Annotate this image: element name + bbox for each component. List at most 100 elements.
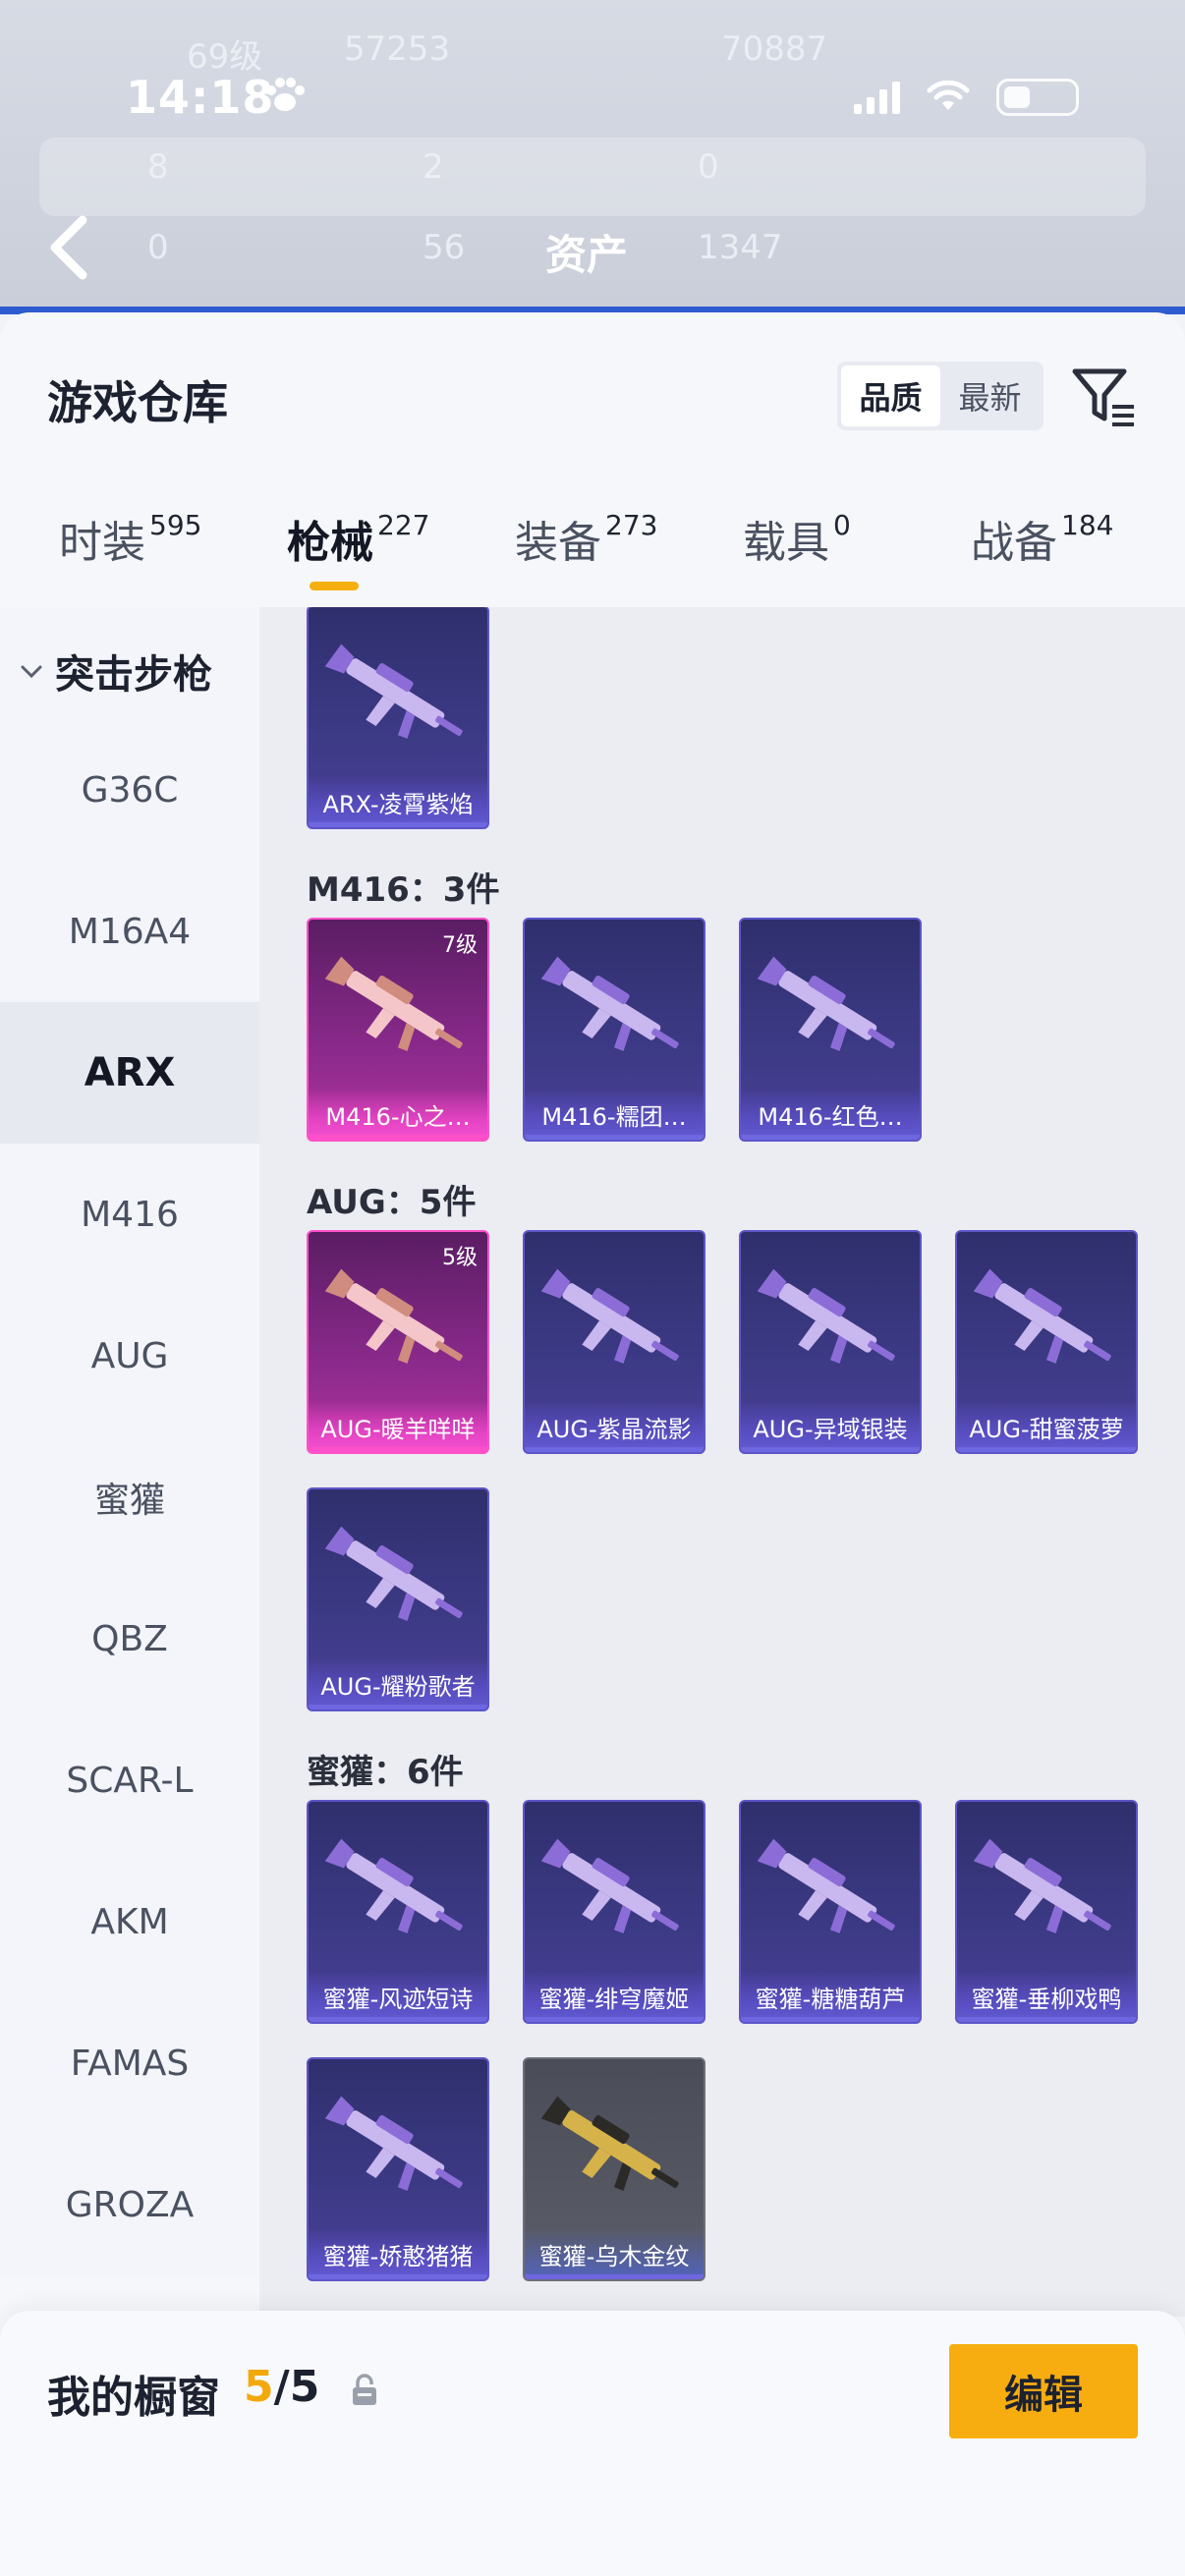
quality-bar [525, 2274, 704, 2279]
skin-name: AUG-紫晶流影 [525, 1401, 704, 1452]
skin-card[interactable]: AUG-异域银装 [739, 1230, 922, 1454]
gun-icon [973, 1838, 1111, 1933]
showcase-count: 5/5 [244, 2362, 319, 2412]
background-stat-5: 56 [423, 228, 466, 267]
sidebar-item-groza[interactable]: GROZA [0, 2134, 259, 2275]
tab-gear[interactable]: 战备 184 [971, 507, 1113, 570]
gun-icon [757, 956, 895, 1051]
background-page-title: 资产 [545, 231, 629, 279]
sidebar-item-m416[interactable]: M416 [0, 1144, 259, 1285]
gun-icon [973, 1268, 1111, 1364]
quality-bar [525, 1447, 704, 1452]
gun-icon [324, 1268, 463, 1364]
sidebar-item-蜜獾[interactable]: 蜜獾 [0, 1427, 259, 1568]
skin-name: M416-心之… [309, 1089, 487, 1140]
quality-bar [741, 1135, 920, 1140]
quality-bar [309, 2274, 487, 2279]
sidebar-group-label: 突击步枪 [55, 652, 212, 698]
skin-name: 蜜獾-乌木金纹 [525, 2228, 704, 2279]
quality-bar [957, 1447, 1136, 1452]
active-tab-indicator [310, 582, 359, 590]
skin-name: AUG-耀粉歌者 [309, 1658, 487, 1709]
gun-icon [324, 1526, 463, 1621]
status-indicators [854, 79, 1079, 116]
skin-card[interactable]: 蜜獾-糖糖葫芦 [739, 1800, 922, 2024]
sidebar-item-qbz[interactable]: QBZ [0, 1568, 259, 1709]
gun-icon [540, 1268, 679, 1364]
showcase-bar: 我的橱窗 5/5 编辑 [0, 2311, 1185, 2576]
gun-icon [540, 2096, 679, 2191]
quality-bar [309, 1447, 487, 1452]
tab-label: 时装 [59, 518, 145, 568]
skin-name: M416-糯团… [525, 1089, 704, 1140]
tab-equipment[interactable]: 装备 273 [515, 507, 657, 570]
sidebar-item-g36c[interactable]: G36C [0, 719, 259, 861]
skin-card[interactable]: 蜜獾-娇憨猪猪 [307, 2057, 489, 2281]
sort-option-quality[interactable]: 品质 [841, 365, 940, 426]
quality-bar [309, 1135, 487, 1140]
weapon-sidebar: 突击步枪 G36C M16A4 ARX M416 AUG 蜜獾 QBZ SCAR-L AKM FA… [0, 607, 259, 2277]
filter-icon[interactable] [1069, 362, 1140, 432]
sidebar-item-famas[interactable]: FAMAS [0, 1992, 259, 2134]
sidebar-group-assault-rifles[interactable]: 突击步枪 [18, 643, 212, 700]
skin-name: 蜜獾-风迹短诗 [309, 1971, 487, 2022]
skin-level: 7级 [442, 933, 478, 958]
quality-bar [309, 2017, 487, 2022]
tab-count: 273 [605, 509, 658, 541]
tab-guns[interactable]: 枪械 227 [287, 507, 429, 570]
gun-icon [540, 956, 679, 1051]
background-stat-3: 0 [698, 147, 719, 187]
status-time: 14:18 [126, 71, 275, 124]
skin-card[interactable]: 7级 M416-心之… [307, 918, 489, 1142]
tab-count: 0 [833, 509, 851, 541]
weapon-grid: ARX-凌霄紫焰 M416：3件 7级 M416-心之… M416-糯团… M416-红色… [259, 607, 1185, 2317]
skin-card[interactable]: M416-红色… [739, 918, 922, 1142]
edit-button[interactable]: 编辑 [949, 2344, 1138, 2438]
tab-label: 枪械 [287, 518, 373, 568]
tab-label: 载具 [743, 518, 829, 568]
quality-bar [741, 2017, 920, 2022]
skin-name: 蜜獾-垂柳戏鸭 [957, 1971, 1136, 2022]
skin-card[interactable]: 蜜獾-风迹短诗 [307, 1800, 489, 2024]
sidebar-item-akm[interactable]: AKM [0, 1851, 259, 1992]
skin-name: AUG-甜蜜菠萝 [957, 1401, 1136, 1452]
background-stat-6: 1347 [698, 228, 783, 267]
skin-card[interactable]: 5级 AUG-暖羊咩咩 [307, 1230, 489, 1454]
skin-card[interactable]: 蜜獾-绯穹魔姬 [523, 1800, 705, 2024]
skin-card[interactable]: AUG-甜蜜菠萝 [955, 1230, 1138, 1454]
sidebar-item-aug[interactable]: AUG [0, 1285, 259, 1427]
quality-bar [525, 1135, 704, 1140]
quality-bar [957, 2017, 1136, 2022]
tab-fashion[interactable]: 时装 595 [59, 507, 201, 570]
quality-bar [741, 1447, 920, 1452]
category-tabs: 时装 595 枪械 227 装备 273 载具 0 战备 184 [0, 489, 1185, 597]
tab-vehicles[interactable]: 载具 0 [743, 507, 851, 570]
skin-card[interactable]: AUG-紫晶流影 [523, 1230, 705, 1454]
background-score-text-2: 70887 [721, 29, 828, 69]
sort-option-latest[interactable]: 最新 [940, 365, 1040, 426]
sidebar-item-scar-l[interactable]: SCAR-L [0, 1709, 259, 1851]
gun-icon [540, 1838, 679, 1933]
gun-icon [324, 2096, 463, 2191]
battery-icon [996, 79, 1079, 116]
section-title: 蜜獾：6件 [307, 1753, 464, 1792]
skin-card[interactable]: M416-糯团… [523, 918, 705, 1142]
skin-card[interactable]: 蜜獾-垂柳戏鸭 [955, 1800, 1138, 2024]
skin-card[interactable]: ARX-凌霄紫焰 [307, 607, 489, 829]
wifi-icon [927, 81, 970, 110]
skin-name: 蜜獾-绯穹魔姬 [525, 1971, 704, 2022]
section-title: M416：3件 [307, 870, 500, 910]
tab-count: 595 [149, 509, 202, 541]
gun-icon [324, 956, 463, 1051]
signal-icon [854, 81, 900, 114]
skin-name: AUG-异域银装 [741, 1401, 920, 1452]
background-stats-row [39, 138, 1146, 216]
back-arrow-icon[interactable] [43, 214, 92, 281]
skin-name: 蜜獾-糖糖葫芦 [741, 1971, 920, 2022]
sidebar-item-m16a4[interactable]: M16A4 [0, 861, 259, 1002]
skin-card[interactable]: AUG-耀粉歌者 [307, 1487, 489, 1711]
skin-card[interactable]: 蜜獾-乌木金纹 [523, 2057, 705, 2281]
lock-icon [353, 2374, 376, 2405]
sidebar-item-arx[interactable]: ARX [0, 1002, 259, 1144]
gun-icon [757, 1268, 895, 1364]
